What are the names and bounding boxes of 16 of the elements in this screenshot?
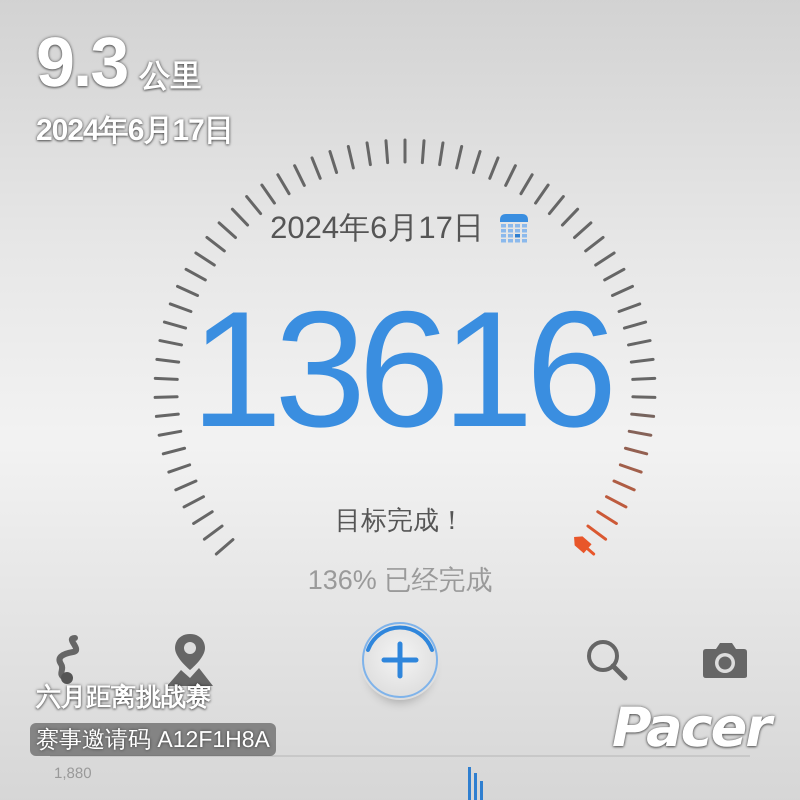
camera-icon[interactable] [702,641,748,679]
search-icon[interactable] [585,638,629,682]
step-count: 13616 [190,287,610,452]
chart-bars-drawing [468,767,484,800]
distance-value: 9.3 [36,22,128,102]
add-button[interactable] [360,620,440,700]
date-label: 2024年6月17日 [270,209,484,247]
challenge-title: 六月距离挑战赛 [36,682,212,713]
axis-label: 1,880 [54,765,92,784]
calendar-icon[interactable] [498,212,530,244]
goal-status: 目标完成！ [335,504,465,537]
distance-unit: 公里 [139,57,202,95]
overlay-date: 2024年6月17日 [36,113,233,149]
progress-marker [574,536,592,554]
goal-percent: 136% 已经完成 [308,564,492,597]
invite-code: 赛事邀请码 A12F1H8A [30,723,276,756]
